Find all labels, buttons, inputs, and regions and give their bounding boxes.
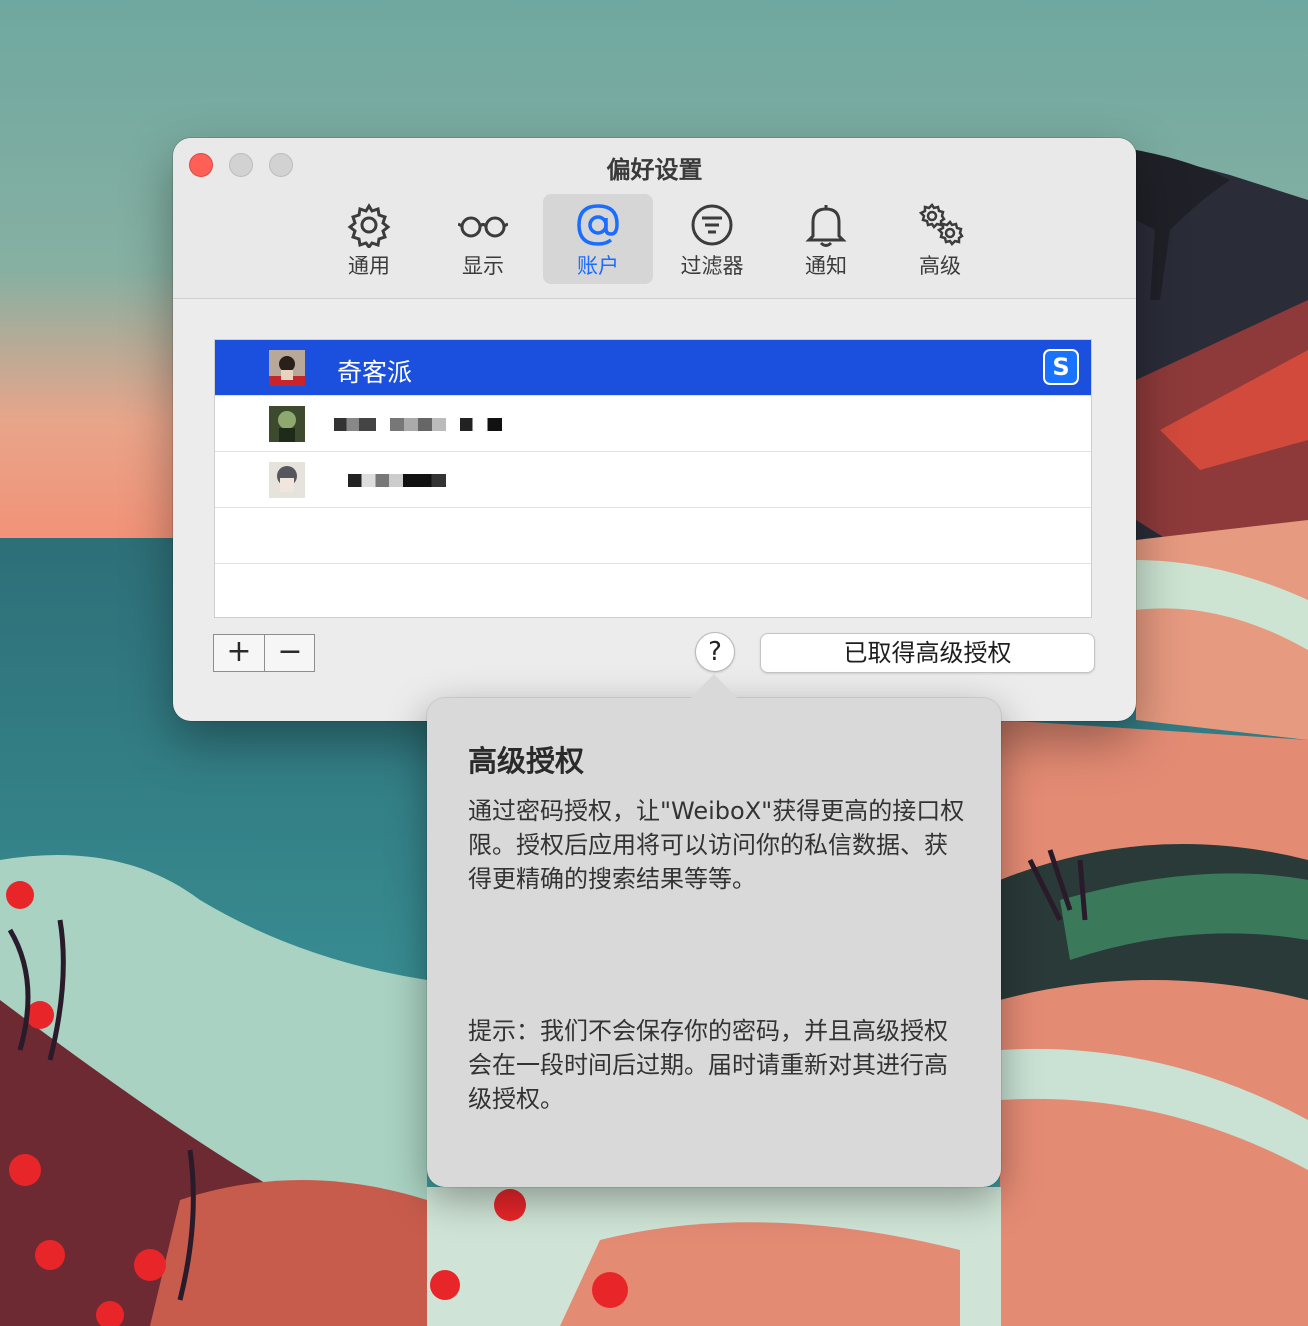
at-icon bbox=[577, 204, 619, 246]
popover-title: 高级授权 bbox=[468, 744, 585, 778]
filter-icon bbox=[691, 204, 733, 246]
remove-account-button[interactable]: − bbox=[265, 635, 315, 671]
add-remove-control: + − bbox=[213, 634, 315, 672]
help-popover: 高级授权 通过密码授权，让"WeiboX"获得更高的接口权限。授权后应用将可以访… bbox=[427, 674, 1001, 1187]
accounts-table: 奇客派 S bbox=[214, 339, 1092, 618]
gear-icon bbox=[347, 203, 391, 248]
preferences-window: 偏好设置 通用 显示 账户 过滤器 通知 高级 奇客派 S + − ? 已取得高… bbox=[173, 138, 1136, 721]
account-row[interactable] bbox=[215, 396, 1091, 452]
titlebar: 偏好设置 通用 显示 账户 过滤器 通知 高级 bbox=[173, 138, 1136, 299]
add-account-button[interactable]: + bbox=[214, 635, 265, 671]
tab-display[interactable]: 显示 bbox=[428, 194, 538, 284]
bell-icon bbox=[805, 205, 847, 247]
empty-row bbox=[215, 564, 1091, 619]
avatar bbox=[269, 462, 305, 498]
popover-tip: 提示：我们不会保存你的密码，并且高级授权会在一段时间后过期。届时请重新对其进行高… bbox=[468, 1017, 948, 1113]
tab-account[interactable]: 账户 bbox=[543, 194, 653, 284]
popover-arrow bbox=[689, 674, 739, 700]
tab-advanced-label: 高级 bbox=[919, 254, 961, 278]
super-badge: S bbox=[1043, 349, 1079, 385]
popover-body: 通过密码授权，让"WeiboX"获得更高的接口权限。授权后应用将可以访问你的私信… bbox=[468, 797, 965, 893]
help-button[interactable]: ? bbox=[695, 632, 735, 672]
account-row[interactable]: 奇客派 S bbox=[215, 340, 1091, 396]
account-name: 奇客派 bbox=[337, 358, 413, 387]
tab-notifications-label: 通知 bbox=[805, 254, 847, 278]
window-title: 偏好设置 bbox=[606, 156, 703, 184]
empty-row bbox=[215, 508, 1091, 564]
tab-account-label: 账户 bbox=[577, 254, 619, 278]
advanced-auth-button[interactable]: 已取得高级授权 bbox=[760, 633, 1095, 673]
avatar bbox=[269, 350, 305, 386]
avatar bbox=[269, 406, 305, 442]
tab-filter[interactable]: 过滤器 bbox=[657, 194, 767, 284]
gears-icon bbox=[918, 203, 964, 246]
glasses-icon bbox=[458, 216, 508, 238]
tab-filter-label: 过滤器 bbox=[680, 254, 744, 278]
tab-general-label: 通用 bbox=[348, 254, 390, 278]
tab-display-label: 显示 bbox=[462, 254, 504, 278]
account-row[interactable] bbox=[215, 452, 1091, 508]
tab-notifications[interactable]: 通知 bbox=[771, 194, 881, 284]
tab-advanced[interactable]: 高级 bbox=[885, 194, 995, 284]
tab-general[interactable]: 通用 bbox=[314, 194, 424, 284]
